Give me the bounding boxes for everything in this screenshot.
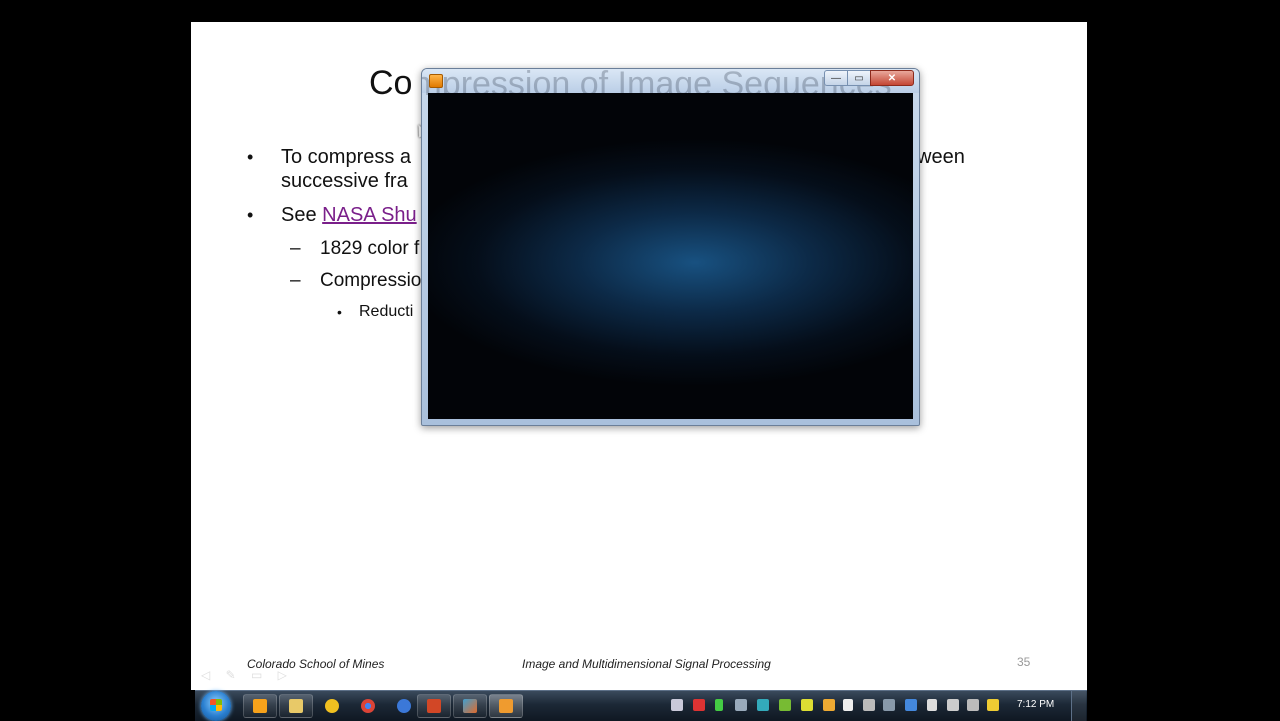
powerpoint-icon xyxy=(427,699,441,713)
tray-nvidia-icon[interactable] xyxy=(779,699,791,711)
tray-display-icon[interactable] xyxy=(863,699,875,711)
media-icon xyxy=(397,699,411,713)
explorer-icon xyxy=(289,699,303,713)
window-titlebar[interactable]: Compression of Image Sequences — ▭ ✕ xyxy=(422,69,919,103)
page-number: 35 xyxy=(1017,655,1031,669)
app-icon xyxy=(325,699,339,713)
start-button[interactable] xyxy=(201,691,231,721)
bullet-dot: • xyxy=(247,147,254,167)
outlook-icon xyxy=(253,699,267,713)
taskbar-clock[interactable]: 7:12 PM xyxy=(1017,699,1054,710)
tray-mail-icon[interactable] xyxy=(801,699,813,711)
taskbar-chrome-button[interactable] xyxy=(351,694,385,718)
taskbar-explorer-button[interactable] xyxy=(279,694,313,718)
tray-battery-icon[interactable] xyxy=(715,699,723,711)
taskbar-app-button[interactable] xyxy=(315,694,349,718)
maximize-button[interactable]: ▭ xyxy=(847,70,871,86)
minimize-button[interactable]: — xyxy=(824,70,848,86)
tray-power-icon[interactable] xyxy=(947,699,959,711)
taskbar-media-player-button[interactable] xyxy=(489,694,523,718)
nasa-shuttle-link[interactable]: NASA Shu xyxy=(322,204,417,226)
taskbar-matlab-button[interactable] xyxy=(453,694,487,718)
media-player-window[interactable]: Compression of Image Sequences — ▭ ✕ xyxy=(421,68,920,426)
media-player-icon xyxy=(499,699,513,713)
slide-title: Co xyxy=(369,64,413,102)
tray-network-icon[interactable] xyxy=(671,699,683,711)
subsub-bullet-1: • Reducti xyxy=(337,300,414,324)
subsub-bullet-1-text: Reducti xyxy=(359,303,414,320)
taskbar-powerpoint-button[interactable] xyxy=(417,694,451,718)
bullet-1-tail: ween xyxy=(917,146,965,168)
tray-dropbox-icon[interactable] xyxy=(757,699,769,711)
video-frame[interactable] xyxy=(428,93,913,419)
slide-nav-controls[interactable]: ◁ ✎ ▭ ▷ xyxy=(201,668,293,682)
tray-tool-icon[interactable] xyxy=(735,699,747,711)
tray-update-icon[interactable] xyxy=(823,699,835,711)
footer-course: Image and Multidimensional Signal Proces… xyxy=(522,657,771,671)
close-button[interactable]: ✕ xyxy=(870,70,914,86)
taskbar-outlook-button[interactable] xyxy=(243,694,277,718)
sub-bullet-2-text: Compressio xyxy=(320,270,422,291)
windows-logo-icon xyxy=(210,699,222,711)
show-desktop-button[interactable] xyxy=(1071,691,1086,721)
bullet-dash: – xyxy=(290,238,301,259)
bullet-1-continued: successive fra xyxy=(281,170,408,192)
taskbar: 7:12 PM xyxy=(195,690,1087,721)
tray-network-status-icon[interactable] xyxy=(967,699,979,711)
bullet-1: • To compress a xyxy=(247,145,412,169)
media-player-icon xyxy=(429,74,443,88)
tray-bluetooth-icon[interactable] xyxy=(905,699,917,711)
taskbar-media-button[interactable] xyxy=(387,694,421,718)
tray-sync-icon[interactable] xyxy=(883,699,895,711)
tray-alert-icon[interactable] xyxy=(693,699,705,711)
bullet-dot: • xyxy=(337,304,342,320)
chrome-icon xyxy=(361,699,375,713)
sub-bullet-1: – 1829 color f xyxy=(290,237,420,261)
bullet-dot: • xyxy=(247,205,254,225)
sub-bullet-1-text: 1829 color f xyxy=(320,238,420,259)
flag-icon[interactable] xyxy=(843,699,853,711)
sub-bullet-2: – Compressio xyxy=(290,269,422,293)
volume-icon[interactable] xyxy=(927,699,937,711)
bullet-dash: – xyxy=(290,270,301,291)
slide-top-bar xyxy=(191,0,1087,22)
bullet-1-text: To compress a xyxy=(281,146,412,168)
bullet-2-prefix: See xyxy=(281,204,323,226)
matlab-icon xyxy=(463,699,477,713)
shield-icon[interactable] xyxy=(987,699,999,711)
bullet-2: • See NASA Shu xyxy=(247,203,417,227)
